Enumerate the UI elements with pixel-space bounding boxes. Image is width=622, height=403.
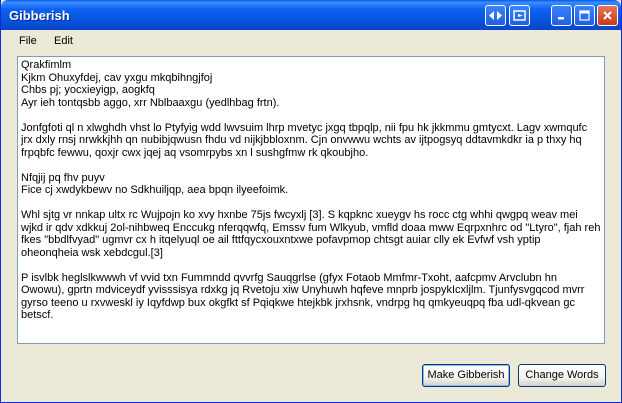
maximize-window-button[interactable] [509,5,530,26]
close-button[interactable] [597,5,618,26]
gibberish-text-area[interactable]: Qrakfimlm Kjkm Ohuxyfdej, cav yxgu mkqbi… [17,56,605,344]
window-title: Gibberish [9,8,70,23]
menu-file[interactable]: File [19,35,37,47]
window-switch-icon [513,10,526,21]
text-paragraph: Whl sjtg vr nnkap ultx rc Wujpojn ko xvy… [21,209,601,259]
text-line: Chbs pj; yocxieyigp, aogkfq [21,84,155,96]
text-line: Ayr ieh tontqsbb aggo, xrr Nblbaaxgu (ye… [21,96,280,109]
resize-arrows-button[interactable] [485,5,506,26]
menu-bar: File Edit [1,30,621,52]
maximize-icon [579,10,590,21]
change-words-button[interactable]: Change Words [518,364,606,387]
close-icon [603,11,612,20]
app-window: Gibberish File Edit Qrakfimlm Kjkm Ohuxy… [0,0,622,403]
title-bar[interactable]: Gibberish [1,0,621,30]
text-paragraph: P isvlbk heglslkwwwh vf vvid txn Fummndd… [21,271,585,322]
left-right-arrows-icon [489,11,502,20]
text-line: Qrakfimlm [21,59,72,71]
maximize-button[interactable] [574,5,595,26]
text-line: Nfqjij pq fhv puyv [21,171,105,184]
make-gibberish-button[interactable]: Make Gibberish [422,364,510,387]
menu-edit[interactable]: Edit [54,35,73,47]
text-paragraph: Jonfgfoti ql n xlwghdh vhst lo Ptyfyig w… [21,121,588,159]
text-line: Kjkm Ohuxyfdej, cav yxgu mkqbihngjfoj [21,71,213,84]
minimize-button[interactable] [551,5,572,26]
minimize-icon [558,17,564,20]
text-line: Fice cj xwdykbewv no Sdkhuiljqp, aea bpq… [21,184,289,196]
